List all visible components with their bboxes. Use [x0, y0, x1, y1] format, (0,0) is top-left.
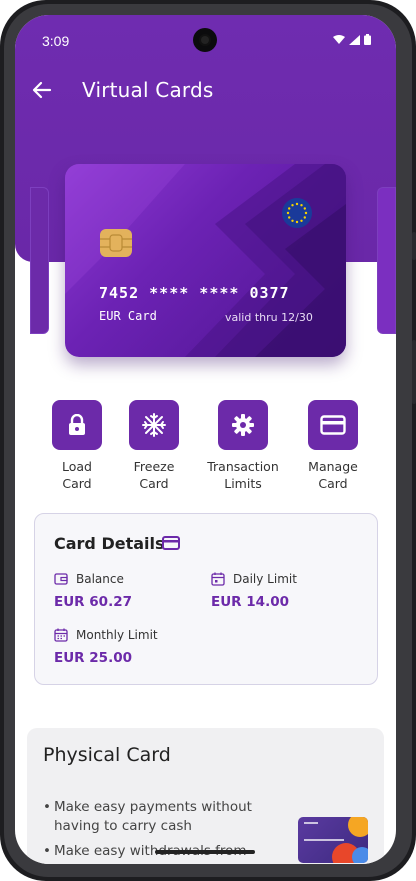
physical-card-title: Physical Card — [43, 744, 171, 766]
virtual-card[interactable]: 7452 **** **** 0377 EUR Card valid thru … — [65, 164, 346, 357]
freeze-card-icon-box — [129, 400, 179, 450]
page-title: Virtual Cards — [82, 78, 214, 102]
power-button — [412, 340, 416, 404]
card-details-title: Card Details — [54, 534, 165, 553]
monthly-limit-label: Monthly Limit — [76, 628, 158, 642]
physical-card-image — [298, 817, 368, 863]
front-camera — [193, 28, 217, 52]
status-bar: 3:09 — [15, 15, 396, 60]
manage-card-icon-box — [308, 400, 358, 450]
balance-field: Balance EUR 60.27 — [54, 572, 204, 612]
status-icons — [333, 34, 371, 45]
daily-limit-label: Daily Limit — [233, 572, 297, 586]
calendar-icon — [211, 572, 225, 586]
card-details-card-icon — [162, 536, 180, 550]
card-details-panel: Card Details Balance EUR 60.27 Daily Lim… — [34, 513, 378, 685]
manage-card-label: Manage Card — [308, 459, 358, 491]
physical-card-art — [304, 817, 368, 863]
card-label: EUR Card — [99, 309, 157, 323]
volume-button — [412, 232, 416, 260]
back-arrow-icon[interactable] — [31, 79, 53, 101]
battery-icon — [364, 34, 371, 45]
balance-label: Balance — [76, 572, 124, 586]
credit-card-icon — [320, 415, 346, 435]
bullet-text: Make easy payments without having to car… — [54, 799, 252, 834]
load-card-icon-box — [52, 400, 102, 450]
card-chip — [100, 229, 132, 257]
transaction-limits-button[interactable]: Transaction Limits — [198, 400, 288, 492]
physical-card-section[interactable]: Physical Card Make easy payments without… — [27, 728, 384, 864]
transaction-limits-icon-box — [218, 400, 268, 450]
daily-limit-value: EUR 14.00 — [211, 594, 289, 610]
snowflake-icon — [142, 413, 166, 437]
freeze-card-button[interactable]: Freeze Card — [109, 400, 199, 492]
balance-value: EUR 60.27 — [54, 594, 132, 610]
lock-icon — [69, 414, 85, 435]
app-bar: Virtual Cards — [15, 75, 396, 105]
status-time: 3:09 — [42, 33, 70, 49]
monthly-limit-field: Monthly Limit EUR 25.00 — [54, 628, 204, 668]
chip-lines-icon — [100, 234, 132, 252]
calendar-month-icon — [54, 628, 68, 642]
monthly-limit-value: EUR 25.00 — [54, 650, 132, 666]
transaction-limits-label: Transaction Limits — [207, 459, 279, 491]
home-indicator[interactable] — [155, 850, 255, 854]
next-card-peek[interactable] — [377, 187, 396, 334]
card-number: 7452 **** **** 0377 — [99, 284, 290, 302]
wifi-icon — [333, 34, 345, 44]
card-pattern — [65, 164, 346, 357]
eu-flag-icon — [282, 198, 312, 228]
physical-card-bullet: Make easy payments without having to car… — [43, 798, 263, 836]
signal-icon — [349, 34, 360, 45]
card-validity: valid thru 12/30 — [225, 311, 313, 324]
freeze-card-label: Freeze Card — [133, 459, 175, 491]
manage-card-button[interactable]: Manage Card — [288, 400, 378, 492]
wallet-icon — [54, 573, 68, 585]
gear-icon — [232, 414, 254, 436]
previous-card-peek[interactable] — [30, 187, 49, 334]
daily-limit-field: Daily Limit EUR 14.00 — [211, 572, 361, 612]
screen: 3:09 Virtual Cards 7452 **** **** 0377 E… — [15, 15, 396, 864]
card-actions: Load Card Freeze Card Transaction Limits… — [15, 400, 396, 500]
